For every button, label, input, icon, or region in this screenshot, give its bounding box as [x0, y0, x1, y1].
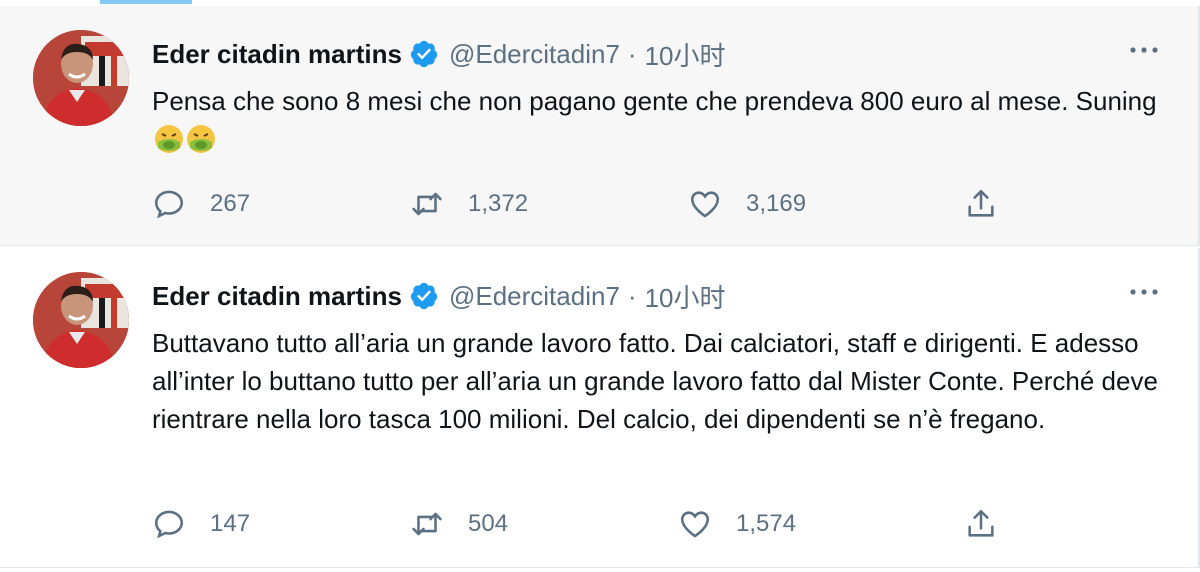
like-button[interactable]: 1,574 [678, 504, 796, 544]
retweet-icon [412, 192, 442, 216]
reply-count: 267 [210, 190, 251, 217]
author-handle[interactable]: @Edercitadin7 [449, 39, 620, 70]
timestamp[interactable]: 10小时 [645, 36, 726, 73]
tweet-text-content: Pensa che sono 8 mesi che non pagano gen… [152, 86, 1157, 116]
tweet-actions: 147 504 1,574 [152, 504, 1162, 544]
avatar-image [33, 30, 129, 126]
reply-count: 147 [210, 510, 251, 537]
like-button[interactable]: 3,169 [688, 184, 806, 224]
tweet-text: Buttavano tutto all’aria un grande lavor… [152, 328, 1158, 434]
avatar[interactable] [33, 272, 129, 368]
retweet-button[interactable]: 504 [410, 504, 508, 544]
reply-button[interactable]: 267 [152, 184, 250, 224]
separator-dot: · [627, 280, 637, 311]
reply-icon [154, 510, 184, 539]
heart-icon [690, 191, 720, 218]
reply-icon [154, 190, 184, 219]
tweet-header: Eder citadin martins @Edercitadin7 · 10小… [152, 276, 726, 316]
avatar-image [33, 272, 129, 368]
share-icon [968, 509, 994, 537]
nauseated-face-emoji-icon [155, 125, 183, 153]
tweet[interactable]: Eder citadin martins @Edercitadin7 · 10小… [0, 248, 1200, 568]
retweet-count: 1,372 [468, 190, 529, 217]
more-options-icon[interactable] [1127, 282, 1161, 302]
like-count: 1,574 [736, 510, 797, 537]
nauseated-face-emoji-icon [187, 125, 215, 153]
retweet-icon [412, 512, 442, 536]
retweet-button[interactable]: 1,372 [410, 184, 528, 224]
avatar[interactable] [33, 30, 129, 126]
active-tab-indicator [100, 0, 192, 4]
retweet-count: 504 [468, 510, 509, 537]
heart-icon [680, 511, 710, 538]
share-button[interactable] [964, 184, 998, 224]
share-icon [968, 189, 994, 217]
author-name[interactable]: Eder citadin martins [152, 281, 402, 312]
like-count: 3,169 [746, 190, 807, 217]
reply-button[interactable]: 147 [152, 504, 250, 544]
timestamp[interactable]: 10小时 [645, 278, 726, 315]
tweet-header: Eder citadin martins @Edercitadin7 · 10小… [152, 34, 726, 74]
tweet-text: Pensa che sono 8 mesi che non pagano gen… [152, 82, 1162, 158]
author-handle[interactable]: @Edercitadin7 [449, 281, 620, 312]
verified-badge-icon [410, 282, 438, 310]
author-name[interactable]: Eder citadin martins [152, 39, 402, 70]
tweet[interactable]: Eder citadin martins @Edercitadin7 · 10小… [0, 6, 1200, 246]
tweet-actions: 267 1,372 3,169 [152, 184, 1162, 224]
separator-dot: · [627, 38, 637, 69]
more-options-icon[interactable] [1127, 40, 1161, 60]
share-button[interactable] [964, 504, 998, 544]
verified-badge-icon [410, 40, 438, 68]
